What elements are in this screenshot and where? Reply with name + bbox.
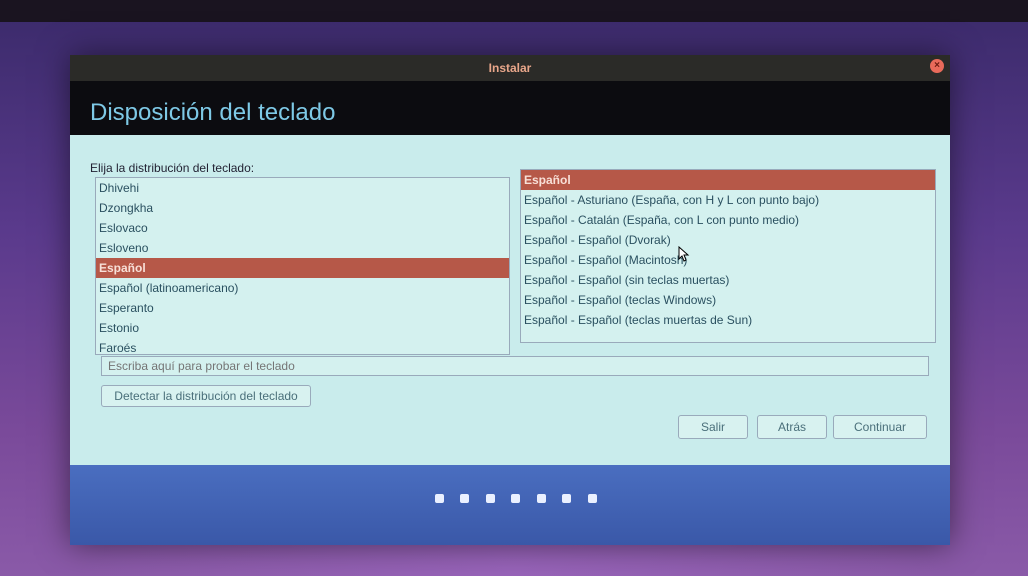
layout-item[interactable]: Estonio [96,318,509,338]
layout-item[interactable]: Dhivehi [96,178,509,198]
exit-button[interactable]: Salir [678,415,748,439]
layout-item[interactable]: Faroés [96,338,509,354]
progress-dot [587,494,597,503]
progress-footer [70,465,950,545]
mouse-cursor-icon [678,246,690,262]
progress-dot [562,494,572,503]
page-header: Disposición del teclado [70,81,950,135]
progress-dot [511,494,521,503]
layout-item[interactable]: Español (latinoamericano) [96,278,509,298]
window-title: Instalar [488,61,532,75]
variant-item[interactable]: Español - Español (teclas muertas de Sun… [521,310,935,330]
close-button[interactable]: × [930,59,944,73]
variant-item[interactable]: Español - Español (sin teclas muertas) [521,270,935,290]
variant-item-selected[interactable]: Español [521,170,935,190]
continue-button[interactable]: Continuar [833,415,927,439]
layout-item-selected[interactable]: Español [96,258,509,278]
layout-item[interactable]: Esloveno [96,238,509,258]
keyboard-test-input[interactable] [101,356,929,376]
layout-item[interactable]: Dzongkha [96,198,509,218]
variant-item[interactable]: Español - Asturiano (España, con H y L c… [521,190,935,210]
window-titlebar: Instalar × [70,55,950,81]
variant-item[interactable]: Español - Español (Macintosh) [521,250,935,270]
instruction-label: Elija la distribución del teclado: [90,161,255,175]
progress-dot [536,494,546,503]
variant-item[interactable]: Español - Español (teclas Windows) [521,290,935,310]
progress-dot [485,494,495,503]
back-button[interactable]: Atrás [757,415,827,439]
variant-item[interactable]: Español - Español (Dvorak) [521,230,935,250]
progress-dot [460,494,470,503]
main-content: Elija la distribución del teclado: Dhive… [70,135,950,465]
installer-window: Instalar × Disposición del teclado Elija… [70,55,950,545]
progress-dots [435,490,615,503]
layout-list[interactable]: Dhivehi Dzongkha Eslovaco Esloveno Españ… [95,177,510,355]
page-title: Disposición del teclado [90,99,336,126]
variant-item[interactable]: Español - Catalán (España, con L con pun… [521,210,935,230]
layout-item[interactable]: Esperanto [96,298,509,318]
layout-item[interactable]: Eslovaco [96,218,509,238]
variant-list[interactable]: Español Español - Asturiano (España, con… [520,169,936,343]
detect-layout-button[interactable]: Detectar la distribución del teclado [101,385,311,407]
progress-dot [435,494,444,503]
